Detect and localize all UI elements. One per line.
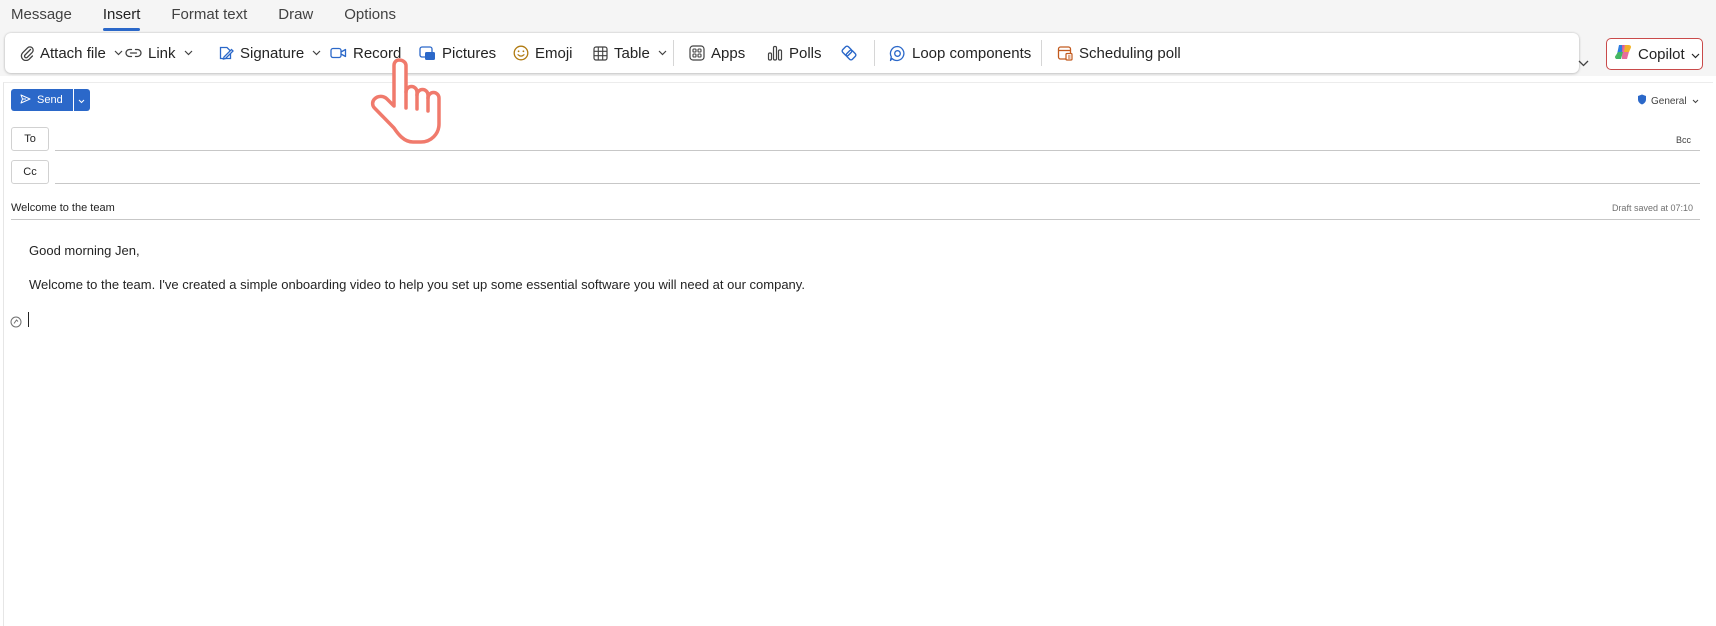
- loop-components-label: Loop components: [912, 44, 1032, 62]
- table-button[interactable]: Table: [593, 33, 667, 73]
- copilot-logo-icon: [1614, 43, 1632, 65]
- cc-button[interactable]: Cc: [11, 160, 49, 184]
- polls-button[interactable]: Polls: [767, 33, 822, 73]
- chevron-down-icon: [658, 50, 667, 56]
- tab-format-text[interactable]: Format text: [171, 1, 247, 31]
- chevron-down-icon: [78, 91, 85, 109]
- copilot-button[interactable]: Copilot: [1606, 38, 1703, 70]
- apps-label: Apps: [711, 44, 746, 62]
- loop-components-button[interactable]: Loop components: [889, 33, 1031, 73]
- video-camera-icon: [330, 47, 347, 59]
- emoji-button[interactable]: Emoji: [513, 33, 573, 73]
- attach-file-button[interactable]: Attach file: [20, 33, 123, 73]
- table-label: Table: [614, 44, 650, 62]
- to-button[interactable]: To: [11, 127, 49, 151]
- ribbon-divider: [673, 40, 674, 66]
- loop-components-icon: [889, 45, 906, 62]
- loop-button[interactable]: [840, 33, 858, 73]
- polls-label: Polls: [789, 44, 822, 62]
- chevron-down-icon: [312, 50, 321, 56]
- send-options-dropdown[interactable]: [73, 89, 90, 111]
- loop-insert-icon[interactable]: [10, 315, 22, 333]
- tab-message[interactable]: Message: [11, 1, 72, 31]
- shield-icon: [1637, 94, 1647, 108]
- chevron-down-icon: [1691, 46, 1700, 63]
- subject-field[interactable]: Welcome to the team: [11, 202, 115, 214]
- cc-field[interactable]: [55, 160, 1700, 184]
- body-greeting[interactable]: Good morning Jen,: [29, 243, 140, 258]
- tab-draw[interactable]: Draw: [278, 1, 313, 31]
- emoji-label: Emoji: [535, 44, 573, 62]
- sensitivity-label: General: [1651, 95, 1687, 107]
- send-label: Send: [37, 94, 63, 106]
- body-paragraph[interactable]: Welcome to the team. I've created a simp…: [29, 277, 805, 292]
- chevron-down-icon: [184, 50, 193, 56]
- chevron-down-icon: [114, 50, 123, 56]
- chevron-down-icon: [1692, 96, 1699, 107]
- tab-insert[interactable]: Insert: [102, 1, 140, 31]
- calendar-poll-icon: [1057, 45, 1073, 61]
- ribbon-tabs: Message Insert Format text Draw Options: [0, 0, 427, 32]
- hand-pointer-icon: [366, 56, 446, 157]
- ribbon-divider: [874, 40, 875, 66]
- link-button[interactable]: Link: [125, 33, 193, 73]
- pictures-label: Pictures: [442, 44, 497, 62]
- subject-underline: [11, 219, 1700, 220]
- to-field[interactable]: [55, 127, 1700, 151]
- apps-button[interactable]: Apps: [689, 33, 745, 73]
- ribbon-overflow-chevron-icon[interactable]: [1578, 54, 1589, 72]
- scheduling-poll-button[interactable]: Scheduling poll: [1057, 33, 1181, 73]
- signature-label: Signature: [240, 44, 305, 62]
- link-label: Link: [148, 44, 176, 62]
- scheduling-poll-label: Scheduling poll: [1079, 44, 1181, 62]
- loop-icon: [840, 44, 858, 62]
- insert-ribbon: Attach file Link Signature Record Pictur…: [5, 33, 1579, 73]
- link-icon: [125, 48, 142, 58]
- smiley-icon: [513, 45, 529, 61]
- copilot-label: Copilot: [1638, 45, 1685, 63]
- send-icon: [20, 94, 31, 107]
- signature-pen-icon: [218, 45, 234, 61]
- signature-button[interactable]: Signature: [218, 33, 321, 73]
- text-caret: [28, 312, 29, 327]
- attach-file-label: Attach file: [40, 44, 106, 62]
- bar-chart-icon: [767, 45, 783, 61]
- app-header: Message Insert Format text Draw Options …: [0, 0, 1716, 76]
- table-grid-icon: [593, 45, 608, 61]
- sensitivity-label-dropdown[interactable]: General: [1637, 94, 1699, 108]
- send-button[interactable]: Send: [11, 89, 73, 111]
- tab-options[interactable]: Options: [344, 1, 396, 31]
- bcc-button[interactable]: Bcc: [1676, 135, 1691, 145]
- send-button-group: Send: [11, 89, 90, 111]
- ribbon-divider: [1041, 40, 1042, 66]
- apps-grid-icon: [689, 45, 705, 61]
- paperclip-icon: [20, 45, 34, 61]
- draft-status: Draft saved at 07:10: [1611, 203, 1693, 213]
